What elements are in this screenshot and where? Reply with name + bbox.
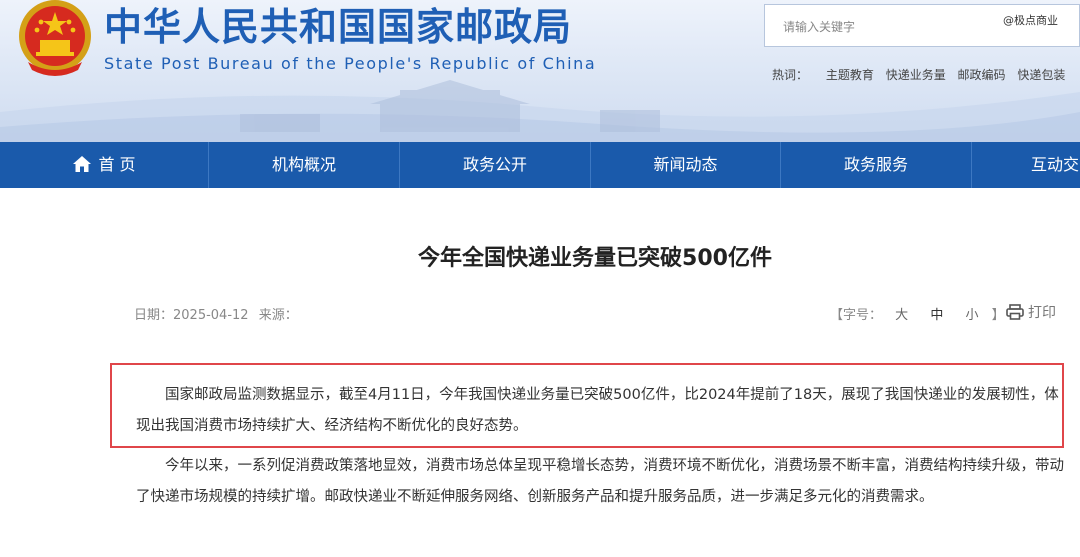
hotword-link[interactable]: 快递业务量 [886,68,946,82]
printer-icon [1006,304,1024,320]
nav-item-gov-affairs[interactable]: 政务公开 [400,142,590,188]
hotwords-bar: 热词： 主题教育 快递业务量 邮政编码 快递包装 [772,66,1073,83]
font-size-medium-button[interactable]: 中 [930,308,943,323]
print-label: 打印 [1028,305,1056,321]
site-subtitle: State Post Bureau of the People's Republ… [104,54,597,73]
article-source: 来源： [258,308,298,323]
article-paragraph: 国家邮政局监测数据显示，截至4月11日，今年我国快递业务量已突破500亿件，比2… [136,380,1066,442]
article-date: 日期：2025-04-12 [134,308,249,323]
article-paragraph: 今年以来，一系列促消费政策落地显效，消费市场总体呈现平稳增长态势，消费环境不断优… [136,451,1066,513]
site-title[interactable]: 中华人民共和国国家邮政局 [104,0,572,51]
nav-item-news[interactable]: 新闻动态 [591,142,780,188]
main-nav: 首 页 机构概况 政务公开 新闻动态 政务服务 互动交 [0,142,1080,188]
font-size-large-button[interactable]: 大 [895,308,908,323]
nav-item-about[interactable]: 机构概况 [209,142,399,188]
font-size-label: 【字号： [830,308,883,323]
watermark: @极点商业 [1003,14,1058,27]
hotword-link[interactable]: 主题教育 [826,68,874,82]
nav-divider [971,142,972,188]
article-meta: 日期：2025-04-12 来源： [134,304,298,323]
font-size-bracket: 】 [991,308,1005,323]
paragraph-text: 今年以来，一系列促消费政策落地显效，消费市场总体呈现平稳增长态势，消费环境不断优… [136,458,1064,505]
nav-item-interaction[interactable]: 互动交 [1031,142,1079,188]
nav-item-label: 首 页 [98,155,136,174]
nav-item-services[interactable]: 政务服务 [781,142,971,188]
national-emblem-icon [19,0,91,76]
paragraph-text: 国家邮政局监测数据显示，截至4月11日，今年我国快递业务量已突破500亿件，比2… [136,387,1059,434]
hotword-link[interactable]: 快递包装 [1017,68,1065,82]
article-title: 今年全国快递业务量已突破500亿件 [418,246,772,271]
site-header: 中华人民共和国国家邮政局 State Post Bureau of the Pe… [0,0,1080,142]
font-size-small-button[interactable]: 小 [965,308,978,323]
print-button[interactable]: 打印 [1006,302,1056,322]
home-icon [73,156,92,172]
search-input[interactable] [783,17,1003,37]
nav-item-home[interactable]: 首 页 [0,142,208,188]
font-size-control: 【字号： 大 中 小 】 [830,304,1005,323]
hotword-link[interactable]: 邮政编码 [958,68,1006,82]
hotwords-label: 热词： [772,68,809,82]
